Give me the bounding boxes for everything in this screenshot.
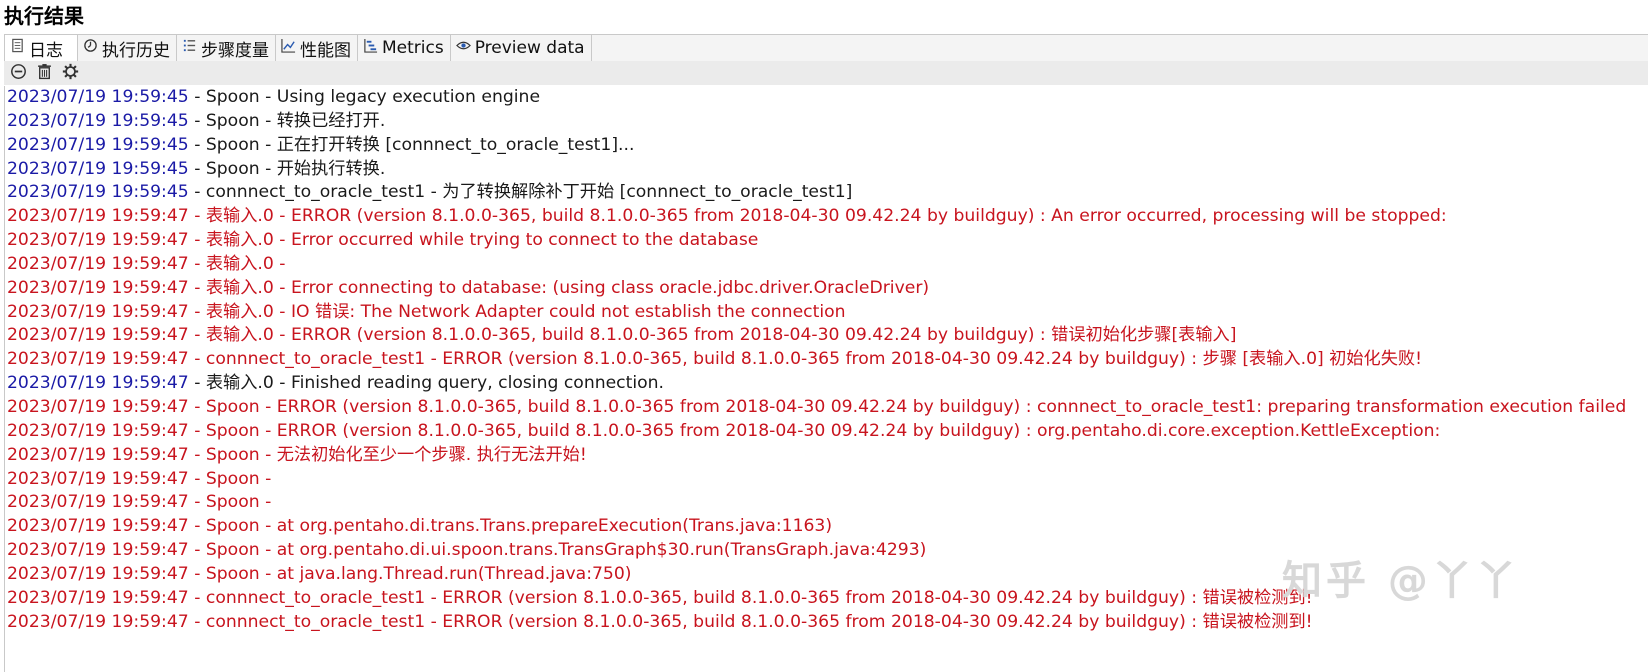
log-timestamp: 2023/07/19 19:59:45 xyxy=(7,87,189,107)
log-message: - Spoon - 无法初始化至少一个步骤. 执行无法开始! xyxy=(188,444,587,465)
log-message: - Spoon - at org.pentaho.di.ui.spoon.tra… xyxy=(188,540,927,561)
log-message: - 表输入.0 - ERROR (version 8.1.0.0-365, bu… xyxy=(188,325,1237,346)
log-line-error: 2023/07/19 19:59:47 - Spoon - 无法初始化至少一个步… xyxy=(5,444,1648,468)
log-timestamp: 2023/07/19 19:59:45 xyxy=(7,158,189,179)
tab-step-metrics[interactable]: 步骤度量 xyxy=(177,35,276,61)
log-message: - 表输入.0 - ERROR (version 8.1.0.0-365, bu… xyxy=(188,206,1447,227)
log-line-error: 2023/07/19 19:59:47 - Spoon - xyxy=(5,491,1648,515)
log-line-error: 2023/07/19 19:59:47 - 表输入.0 - IO 错误: The… xyxy=(5,301,1648,325)
log-timestamp: 2023/07/19 19:59:45 xyxy=(7,182,189,203)
log-message: - Spoon - 转换已经打开. xyxy=(188,110,386,131)
log-line: 2023/07/19 19:59:45 - Spoon - 转换已经打开. xyxy=(5,110,1648,134)
tab-preview-data[interactable]: Preview data xyxy=(450,35,592,61)
log-timestamp: 2023/07/19 19:59:47 xyxy=(7,206,189,227)
log-line: 2023/07/19 19:59:47 - 表输入.0 - Finished r… xyxy=(5,372,1648,396)
log-line-error: 2023/07/19 19:59:47 - connnect_to_oracle… xyxy=(5,611,1648,635)
log-message: - Spoon - xyxy=(188,492,272,513)
performance-chart-icon xyxy=(281,38,296,58)
settings-gear-icon xyxy=(62,63,79,84)
results-tab-bar: 日志 执行历史 步骤度量 性能图 Metrics Preview data xyxy=(4,34,1648,62)
log-message: - 表输入.0 - Error occurred while trying to… xyxy=(188,230,759,251)
stop-circle-icon xyxy=(10,63,27,84)
step-metrics-icon xyxy=(182,38,197,58)
log-timestamp: 2023/07/19 19:59:47 xyxy=(7,325,189,346)
log-timestamp: 2023/07/19 19:59:45 xyxy=(7,110,189,131)
log-line: 2023/07/19 19:59:45 - Spoon - 开始执行转换. xyxy=(5,158,1648,182)
metrics-icon xyxy=(363,38,378,58)
log-timestamp: 2023/07/19 19:59:47 xyxy=(7,230,189,251)
log-line-error: 2023/07/19 19:59:47 - Spoon - ERROR (ver… xyxy=(5,396,1648,420)
log-message: - Spoon - at org.pentaho.di.trans.Trans.… xyxy=(188,516,833,537)
log-message: - connnect_to_oracle_test1 - 为了转换解除补丁开始 … xyxy=(188,182,853,203)
log-timestamp: 2023/07/19 19:59:47 xyxy=(7,444,189,465)
log-message: - Spoon - ERROR (version 8.1.0.0-365, bu… xyxy=(188,420,1441,441)
preview-eye-icon xyxy=(455,38,471,58)
log-message: - 表输入.0 - Error connecting to database: … xyxy=(188,277,930,298)
log-timestamp: 2023/07/19 19:59:47 xyxy=(7,516,189,537)
log-timestamp: 2023/07/19 19:59:47 xyxy=(7,277,189,298)
log-timestamp: 2023/07/19 19:59:47 xyxy=(7,468,189,489)
log-line-error: 2023/07/19 19:59:47 - Spoon - at org.pen… xyxy=(5,515,1648,539)
tab-label: 性能图 xyxy=(300,40,351,61)
log-line-error: 2023/07/19 19:59:47 - Spoon - ERROR (ver… xyxy=(5,420,1648,444)
tab-performance-chart[interactable]: 性能图 xyxy=(276,35,358,61)
tab-execution-history[interactable]: 执行历史 xyxy=(78,35,177,61)
log-line-error: 2023/07/19 19:59:47 - 表输入.0 - Error occu… xyxy=(5,229,1648,253)
history-icon xyxy=(83,38,98,58)
tab-label: 步骤度量 xyxy=(201,40,269,61)
log-toolbar xyxy=(4,61,1648,85)
tab-log[interactable]: 日志 xyxy=(4,35,78,61)
log-message: - 表输入.0 - xyxy=(188,253,286,274)
log-line-error: 2023/07/19 19:59:47 - 表输入.0 - ERROR (ver… xyxy=(5,205,1648,229)
log-message: - Spoon - at java.lang.Thread.run(Thread… xyxy=(188,563,632,584)
log-message: - connnect_to_oracle_test1 - ERROR (vers… xyxy=(188,349,1423,370)
log-settings-button[interactable] xyxy=(60,63,80,83)
log-timestamp: 2023/07/19 19:59:47 xyxy=(7,396,189,417)
tab-metrics[interactable]: Metrics xyxy=(358,35,451,61)
log-message: - Spoon - Using legacy execution engine xyxy=(188,87,541,107)
log-timestamp: 2023/07/19 19:59:47 xyxy=(7,587,189,608)
log-timestamp: 2023/07/19 19:59:47 xyxy=(7,349,189,370)
tab-label: 日志 xyxy=(29,40,63,61)
log-timestamp: 2023/07/19 19:59:47 xyxy=(7,611,189,632)
watermark: 知乎 @丫丫 xyxy=(1282,558,1520,604)
log-line-error: 2023/07/19 19:59:47 - Spoon - xyxy=(5,468,1648,492)
log-line-error: 2023/07/19 19:59:47 - connnect_to_oracle… xyxy=(5,348,1648,372)
tab-label: 执行历史 xyxy=(102,40,170,61)
log-timestamp: 2023/07/19 19:59:47 xyxy=(7,540,189,561)
tab-label: Preview data xyxy=(474,38,585,58)
trash-icon xyxy=(36,63,53,84)
log-timestamp: 2023/07/19 19:59:45 xyxy=(7,134,189,155)
log-line: 2023/07/19 19:59:45 - Spoon - Using lega… xyxy=(5,86,1648,110)
log-message: - Spoon - 开始执行转换. xyxy=(188,158,386,179)
log-timestamp: 2023/07/19 19:59:47 xyxy=(7,373,189,394)
log-timestamp: 2023/07/19 19:59:47 xyxy=(7,420,189,441)
log-message: - connnect_to_oracle_test1 - ERROR (vers… xyxy=(188,587,1313,608)
log-timestamp: 2023/07/19 19:59:47 xyxy=(7,301,189,322)
log-line-error: 2023/07/19 19:59:47 - 表输入.0 - Error conn… xyxy=(5,277,1648,301)
clear-log-button[interactable] xyxy=(34,63,54,83)
log-timestamp: 2023/07/19 19:59:47 xyxy=(7,492,189,513)
log-message: - Spoon - xyxy=(188,468,272,489)
log-message: - connnect_to_oracle_test1 - ERROR (vers… xyxy=(188,611,1313,632)
log-line: 2023/07/19 19:59:45 - Spoon - 正在打开转换 [co… xyxy=(5,134,1648,158)
log-message: - 表输入.0 - Finished reading query, closin… xyxy=(188,373,665,394)
panel-title: 执行结果 xyxy=(4,4,84,28)
log-message: - 表输入.0 - IO 错误: The Network Adapter cou… xyxy=(188,301,846,322)
tab-label: Metrics xyxy=(382,38,444,58)
log-timestamp: 2023/07/19 19:59:47 xyxy=(7,563,189,584)
log-timestamp: 2023/07/19 19:59:47 xyxy=(7,253,189,274)
log-message: - Spoon - 正在打开转换 [connnect_to_oracle_tes… xyxy=(188,134,635,155)
log-line-error: 2023/07/19 19:59:47 - 表输入.0 - ERROR (ver… xyxy=(5,324,1648,348)
log-message: - Spoon - ERROR (version 8.1.0.0-365, bu… xyxy=(188,396,1627,417)
stop-button[interactable] xyxy=(8,63,28,83)
log-icon xyxy=(10,38,25,58)
log-line-error: 2023/07/19 19:59:47 - 表输入.0 - xyxy=(5,253,1648,277)
log-line: 2023/07/19 19:59:45 - connnect_to_oracle… xyxy=(5,181,1648,205)
